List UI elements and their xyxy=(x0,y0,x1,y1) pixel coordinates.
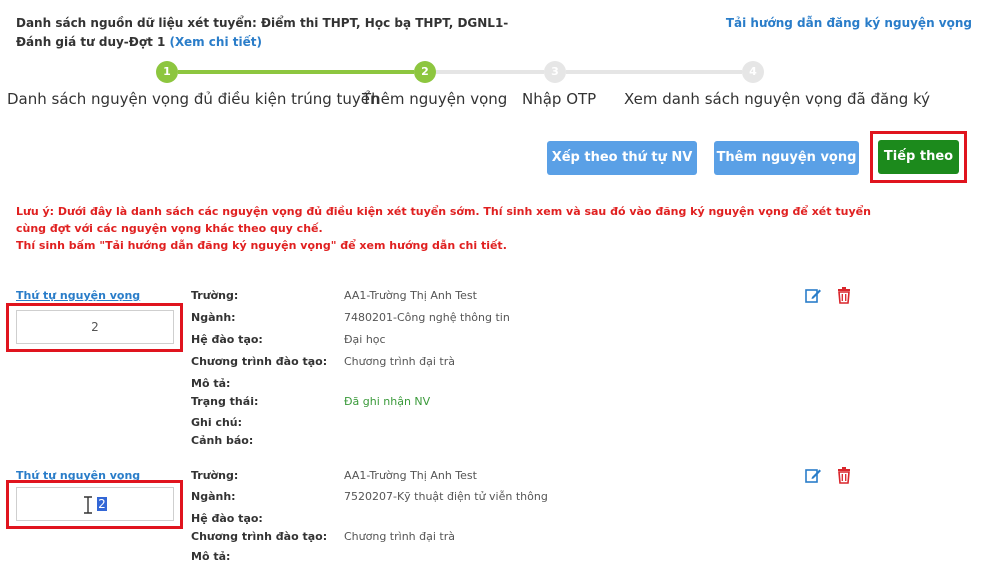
major-label: Ngành: xyxy=(191,311,236,324)
status-value: Đã ghi nhận NV xyxy=(344,395,431,408)
delete-icon[interactable] xyxy=(835,466,853,484)
data-source-text: Danh sách nguồn dữ liệu xét tuyển: Điểm … xyxy=(16,16,509,49)
order-input[interactable]: 2 xyxy=(16,310,174,344)
system-value: Đại học xyxy=(344,333,386,346)
notice-line-1: Lưu ý: Dưới đây là danh sách các nguyện … xyxy=(16,205,871,235)
step-2-indicator: 2 xyxy=(414,61,436,83)
add-wish-button[interactable]: Thêm nguyện vọng xyxy=(714,141,859,175)
text-cursor-icon xyxy=(84,495,93,514)
major-value: 7480201-Công nghệ thông tin xyxy=(344,311,510,324)
program-value: Chương trình đại trà xyxy=(344,530,455,543)
note-label: Ghi chú: xyxy=(191,416,243,429)
notice-line-2: Thí sinh bấm "Tải hướng dẫn đăng ký nguy… xyxy=(16,239,507,252)
next-button[interactable]: Tiếp theo xyxy=(878,140,959,174)
program-label: Chương trình đào tạo: xyxy=(191,355,328,368)
step-1-label: Danh sách nguyện vọng đủ điều kiện trúng… xyxy=(7,90,380,108)
order-label: Thứ tự nguyện vọng xyxy=(16,289,141,302)
step-connector-1 xyxy=(178,70,414,74)
system-label: Hệ đào tạo: xyxy=(191,333,263,346)
delete-icon[interactable] xyxy=(835,286,853,304)
wish-card: Thứ tự nguyện vọng 2 Trường: AA1-Trường … xyxy=(0,286,1000,456)
notice-text: Lưu ý: Dưới đây là danh sách các nguyện … xyxy=(16,203,876,254)
step-connector-2 xyxy=(436,70,544,74)
download-guide-link[interactable]: Tải hướng dẫn đăng ký nguyện vọng xyxy=(726,14,972,33)
sort-by-order-button[interactable]: Xếp theo thứ tự NV xyxy=(547,141,697,175)
school-label: Trường: xyxy=(191,469,239,482)
step-3-label: Nhập OTP xyxy=(522,90,597,108)
step-4-indicator: 4 xyxy=(742,61,764,83)
system-label: Hệ đào tạo: xyxy=(191,512,263,525)
step-2-label: Thêm nguyện vọng xyxy=(362,90,508,108)
major-label: Ngành: xyxy=(191,490,236,503)
school-value: AA1-Trường Thị Anh Test xyxy=(344,289,477,302)
step-3-indicator: 3 xyxy=(544,61,566,83)
program-value: Chương trình đại trà xyxy=(344,355,455,368)
major-value: 7520207-Kỹ thuật điện tử viễn thông xyxy=(344,490,548,503)
school-label: Trường: xyxy=(191,289,239,302)
school-value: AA1-Trường Thị Anh Test xyxy=(344,469,477,482)
order-input[interactable]: 2 xyxy=(16,487,174,521)
description-label: Mô tả: xyxy=(191,377,231,390)
step-1-indicator: 1 xyxy=(156,61,178,83)
view-details-link[interactable]: (Xem chi tiết) xyxy=(170,35,262,49)
data-source-info: Danh sách nguồn dữ liệu xét tuyển: Điểm … xyxy=(16,14,536,52)
step-connector-3 xyxy=(566,70,742,74)
program-label: Chương trình đào tạo: xyxy=(191,530,328,543)
order-input-selected-text: 2 xyxy=(97,497,107,511)
step-4-label: Xem danh sách nguyện vọng đã đăng ký xyxy=(624,90,931,108)
status-label: Trạng thái: xyxy=(191,395,259,408)
progress-stepper: 1 2 3 4 Danh sách nguyện vọng đủ điều ki… xyxy=(0,60,1000,110)
wish-card: Thứ tự nguyện vọng 2 Trường: AA1-Trường … xyxy=(0,466,1000,563)
edit-icon[interactable] xyxy=(804,286,822,304)
edit-icon[interactable] xyxy=(804,466,822,484)
description-label: Mô tả: xyxy=(191,550,231,563)
warning-label: Cảnh báo: xyxy=(191,434,254,447)
